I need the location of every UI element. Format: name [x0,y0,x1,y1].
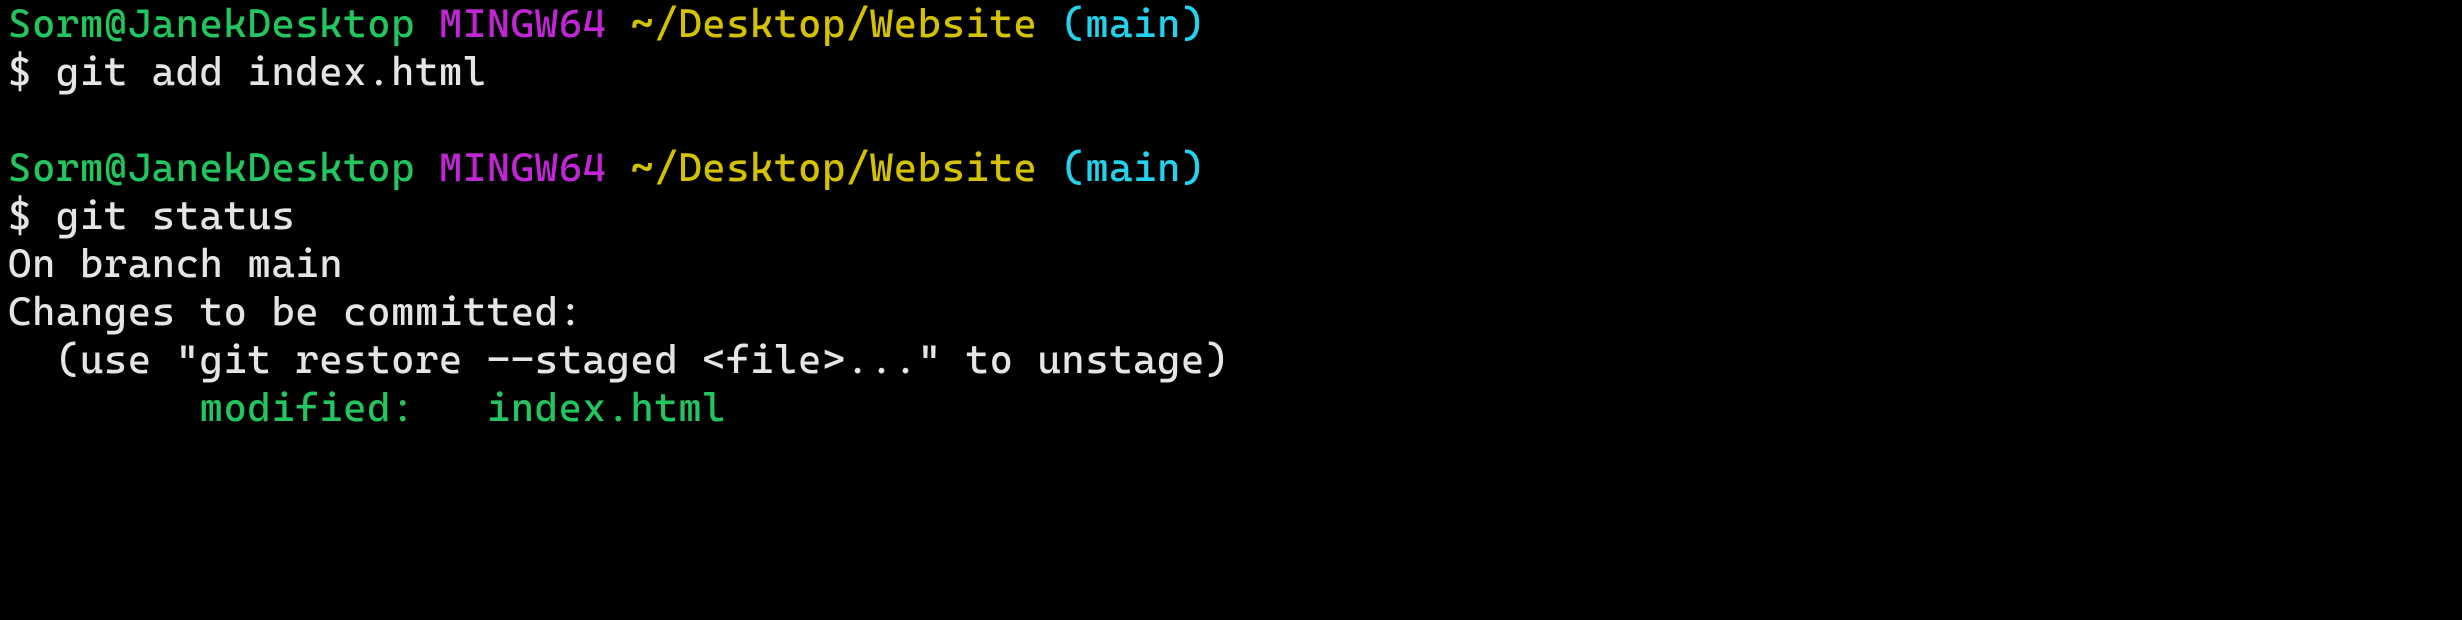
prompt-cwd: ~/Desktop/Website [630,1,1037,47]
prompt-user-host: Sorm@JanekDesktop [8,1,415,47]
command-line: $ git add index.html [8,49,487,95]
prompt-cwd: ~/Desktop/Website [630,145,1037,191]
prompt-env [415,1,439,47]
prompt-env: MINGW64 [439,145,607,191]
prompt-branch: main [1085,145,1181,191]
prompt-branch-open: ( [1061,145,1085,191]
prompt-branch-close: ) [1181,1,1205,47]
status-staged-file: modified: index.html [8,385,726,431]
command-text: git status [56,193,295,239]
prompt-branch-open: ( [1061,1,1085,47]
terminal-output[interactable]: Sorm@JanekDesktop MINGW64 ~/Desktop/Webs… [0,0,2462,432]
prompt-line: Sorm@JanekDesktop MINGW64 ~/Desktop/Webs… [8,145,1205,191]
prompt-branch: main [1085,1,1181,47]
status-changes-header: Changes to be committed: [8,289,583,335]
prompt-env: MINGW64 [439,1,607,47]
prompt-user-host: Sorm@JanekDesktop [8,145,415,191]
prompt-line: Sorm@JanekDesktop MINGW64 ~/Desktop/Webs… [8,1,1205,47]
status-unstage-hint: (use "git restore --staged <file>..." to… [8,337,1229,383]
prompt-symbol: $ [8,49,56,95]
status-branch-line: On branch main [8,241,343,287]
prompt-branch-close: ) [1181,145,1205,191]
prompt-symbol: $ [8,193,56,239]
command-text: git add index.html [56,49,487,95]
command-line: $ git status [8,193,295,239]
